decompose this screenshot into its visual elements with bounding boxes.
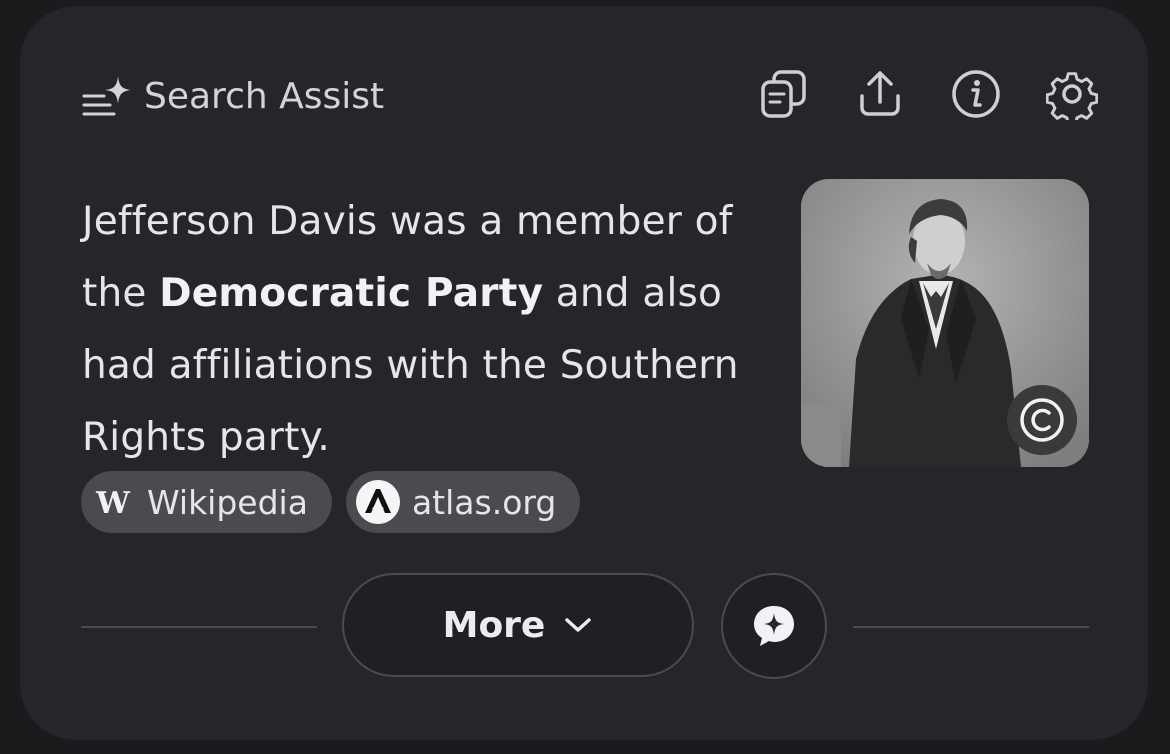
settings-button[interactable] bbox=[1046, 68, 1098, 120]
source-chips: W Wikipedia atlas.org bbox=[81, 471, 581, 533]
atlas-icon bbox=[354, 478, 402, 526]
copyright-icon bbox=[1020, 398, 1064, 442]
divider-right bbox=[853, 626, 1089, 628]
more-label: More bbox=[442, 604, 546, 646]
copyright-badge[interactable] bbox=[1007, 385, 1077, 455]
info-icon bbox=[952, 70, 1000, 118]
answer-text: Jefferson Davis was a member of the Demo… bbox=[82, 186, 782, 474]
settings-icon bbox=[1046, 72, 1098, 120]
chat-sparkle-icon bbox=[754, 606, 794, 646]
result-image[interactable] bbox=[801, 179, 1089, 467]
header-actions bbox=[758, 68, 1098, 120]
divider-left bbox=[81, 626, 317, 628]
chat-button[interactable] bbox=[721, 573, 827, 679]
info-button[interactable] bbox=[950, 68, 1002, 120]
page-title: Search Assist bbox=[144, 75, 385, 117]
copy-icon bbox=[761, 70, 806, 118]
search-assist-card: Search Assist Jefferson Davis was a memb… bbox=[20, 6, 1148, 740]
source-chip-wikipedia[interactable]: W Wikipedia bbox=[81, 471, 332, 533]
source-label: atlas.org bbox=[411, 482, 557, 522]
more-button[interactable]: More bbox=[342, 573, 694, 677]
wikipedia-icon: W bbox=[89, 478, 137, 526]
share-button[interactable] bbox=[854, 68, 906, 120]
source-chip-atlas[interactable]: atlas.org bbox=[345, 471, 581, 533]
share-icon bbox=[860, 71, 900, 116]
chevron-down-icon bbox=[565, 618, 592, 632]
copy-button[interactable] bbox=[758, 68, 810, 120]
card-header: Search Assist bbox=[82, 66, 384, 126]
answer-highlight: Democratic Party bbox=[159, 271, 544, 316]
sparkle-list-icon bbox=[82, 76, 131, 116]
svg-text:W: W bbox=[95, 486, 131, 521]
source-label: Wikipedia bbox=[147, 482, 308, 522]
